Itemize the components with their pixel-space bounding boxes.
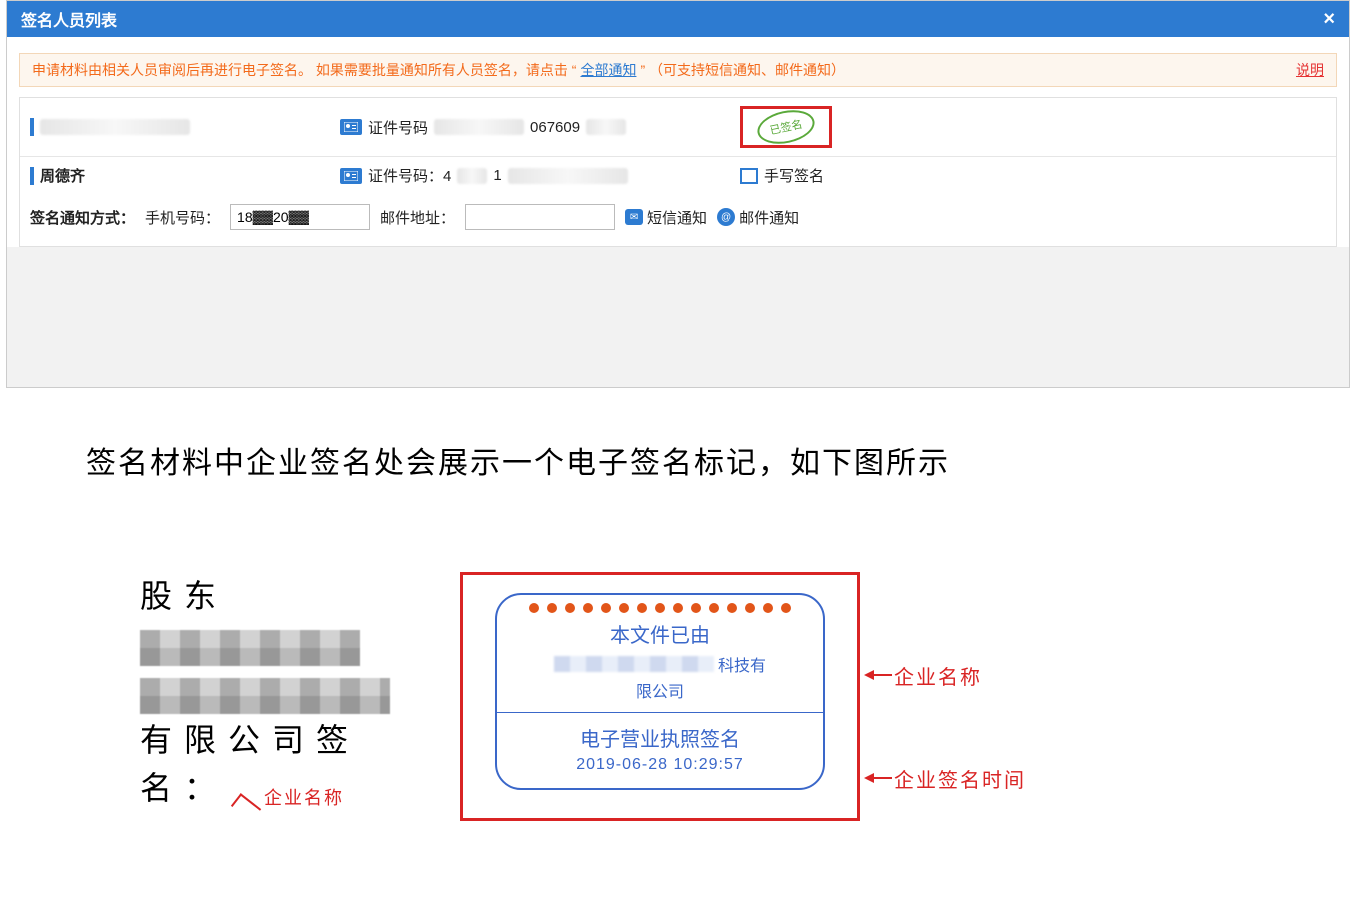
callout-sign-time: 企业签名时间: [864, 764, 1026, 793]
id-label: 证件号码: [368, 117, 428, 138]
hand-sign-label: 手写签名: [764, 165, 824, 186]
phone-label: 手机号码：: [145, 207, 220, 228]
id-col: 证件号码：4 1: [340, 165, 700, 186]
notify-label: 签名通知方式：: [30, 207, 135, 228]
company-name-blurred: [554, 656, 714, 672]
callout-company-name: 企业名称: [864, 661, 1026, 690]
id-blurred: [434, 119, 524, 135]
id-blurred-tail: [586, 119, 626, 135]
handwrite-icon: [740, 168, 758, 184]
id-fragment-b: 1: [493, 167, 501, 184]
callout-company-name-left: 企业名称: [232, 785, 344, 812]
mosaic-line-1: [140, 630, 360, 666]
name-blurred: [40, 119, 190, 135]
company-line2: 限公司: [497, 678, 823, 702]
stamp-section-2: 电子营业执照签名 2019-06-28 10:29:57: [497, 713, 823, 788]
callout-text-2: 企业签名时间: [894, 764, 1026, 793]
callouts-column: 企业名称 企业签名时间: [864, 601, 1026, 793]
alert-text-after: ” （可支持短信通知、邮件通知）: [640, 60, 845, 80]
id-card-icon: [340, 168, 362, 184]
alert-text-before: 申请材料由相关人员审阅后再进行电子签名。 如果需要批量通知所有人员签名，请点击 …: [32, 60, 576, 80]
mosaic-line-2: [140, 678, 390, 714]
arrow-left-icon: [864, 771, 894, 785]
id-blur-a: [457, 168, 487, 184]
notify-row: 签名通知方式： 手机号码： 邮件地址： ✉ 短信通知 @ 邮件通知: [30, 196, 1326, 238]
id-blur-b: [508, 168, 628, 184]
mail-label: 邮件通知: [739, 207, 799, 228]
name-col: 周德齐: [30, 165, 330, 186]
signer-row-1: 证件号码 067609 已签名: [20, 98, 1336, 157]
mail-notify-button[interactable]: @ 邮件通知: [717, 207, 799, 228]
stamp-timestamp: 2019-06-28 10:29:57: [497, 756, 823, 774]
sms-label: 短信通知: [647, 207, 707, 228]
email-label: 邮件地址：: [380, 207, 455, 228]
dialog-header: 签名人员列表 ×: [7, 1, 1349, 37]
shareholder-block: 股东 有限公司签 名： 企业名称: [140, 572, 390, 812]
id-col: 证件号码 067609: [340, 117, 700, 138]
hand-sign-action[interactable]: 手写签名: [740, 165, 824, 186]
phone-input[interactable]: [230, 204, 370, 230]
sh-line4a: 有限公司签: [140, 716, 390, 764]
instructions-link[interactable]: 说明: [1296, 60, 1324, 80]
at-icon: @: [717, 208, 735, 226]
arrow-left-icon: [864, 668, 894, 682]
signed-stamp-highlight: 已签名: [740, 106, 832, 148]
id-card-icon: [340, 119, 362, 135]
email-input[interactable]: [465, 204, 615, 230]
signed-stamp-icon: 已签名: [754, 105, 817, 148]
signer-row-2: 周德齐 证件号码：4 1 手写签名 签名通知方式： 手机号码： 邮件地址：: [20, 157, 1336, 246]
signer-name: 周德齐: [40, 165, 85, 186]
sh-line5: 名：: [140, 764, 228, 812]
document-caption: 签名材料中企业签名处会展示一个电子签名标记，如下图所示: [86, 438, 1356, 482]
company-suffix: 科技有: [718, 652, 766, 676]
signer-rows: 证件号码 067609 已签名 周德齐 证件号码：4 1: [19, 97, 1337, 247]
notify-all-link[interactable]: 全部通知: [580, 60, 636, 80]
sms-notify-button[interactable]: ✉ 短信通知: [625, 207, 707, 228]
dialog-title: 签名人员列表: [21, 7, 117, 31]
close-icon[interactable]: ×: [1323, 8, 1335, 31]
id-label: 证件号码：4: [368, 165, 451, 186]
red-highlight-frame: 本文件已由 科技有 限公司 电子营业执照签名 2019-06-28 10:29:…: [460, 572, 860, 821]
sms-icon: ✉: [625, 209, 643, 225]
stamp-sec2-title: 电子营业执照签名: [497, 723, 823, 752]
stamp-section-1: 本文件已由 科技有 限公司: [497, 617, 823, 713]
name-col: [30, 118, 330, 136]
signer-list-dialog: 签名人员列表 × 申请材料由相关人员审阅后再进行电子签名。 如果需要批量通知所有…: [6, 0, 1350, 388]
id-fragment: 067609: [530, 119, 580, 136]
callout-text-1: 企业名称: [894, 661, 982, 690]
stamp-sec1-title: 本文件已由: [497, 619, 823, 648]
dialog-gray-space: [7, 247, 1349, 387]
figure-area: 股东 有限公司签 名： 企业名称 本文件已由 科技有 限公司: [0, 572, 1356, 821]
alert-banner: 申请材料由相关人员审阅后再进行电子签名。 如果需要批量通知所有人员签名，请点击 …: [19, 53, 1337, 87]
accent-bar: [30, 167, 34, 185]
e-signature-stamp: 本文件已由 科技有 限公司 电子营业执照签名 2019-06-28 10:29:…: [495, 593, 825, 790]
accent-bar: [30, 118, 34, 136]
stamp-figure: 本文件已由 科技有 限公司 电子营业执照签名 2019-06-28 10:29:…: [460, 572, 1026, 821]
sh-line1: 股东: [140, 572, 390, 620]
stamp-dots: [497, 595, 823, 617]
